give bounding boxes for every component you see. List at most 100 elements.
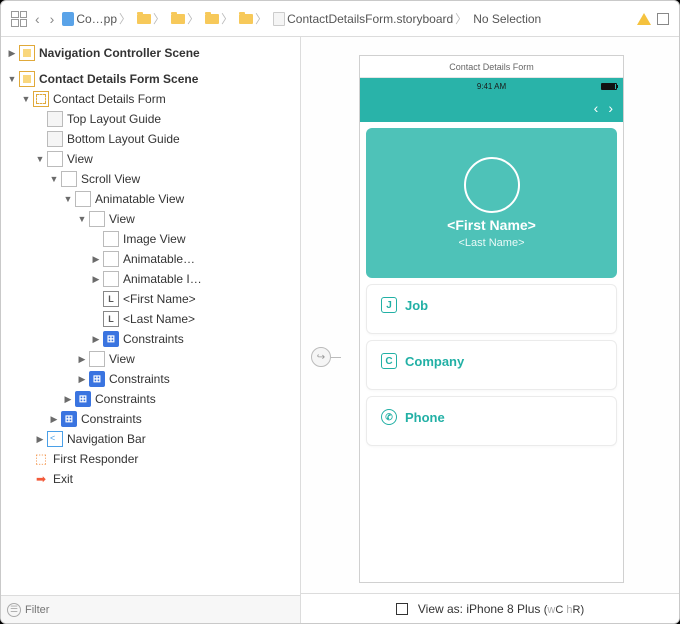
disclosure-icon[interactable]: ▶ [77, 354, 87, 365]
outline-label: <Last Name> [123, 312, 195, 326]
outline-label: Animatable… [123, 252, 195, 266]
nav-next-icon[interactable]: › [608, 100, 613, 116]
disclosure-icon[interactable]: ▶ [91, 254, 101, 265]
outline-row-nav-scene[interactable]: ▶ Navigation Controller Scene [1, 43, 300, 63]
canvas-body[interactable]: ↪ Contact Details Form 9:41 AM ‹ › [301, 37, 679, 593]
disclosure-icon[interactable]: ▼ [35, 154, 45, 164]
outline-row-firstresponder[interactable]: ⬚ First Responder [1, 449, 300, 469]
view-icon [89, 211, 105, 227]
outline-label: Image View [123, 232, 185, 246]
disclosure-icon[interactable]: ▼ [7, 74, 17, 84]
outline-filter-input[interactable] [25, 604, 294, 616]
scene-title-bar[interactable]: Contact Details Form [360, 56, 623, 78]
warning-icon[interactable] [637, 13, 651, 25]
battery-icon [601, 83, 617, 90]
card-icon: C [381, 353, 397, 369]
outline-label: First Responder [53, 452, 138, 466]
breadcrumb-folder-1[interactable]: 〉 [137, 10, 165, 27]
disclosure-icon[interactable]: ▶ [77, 374, 87, 385]
outline-row-view[interactable]: ▼View [1, 149, 300, 169]
outline-label: Navigation Controller Scene [39, 46, 200, 60]
outline-label: Bottom Layout Guide [67, 132, 180, 146]
scrollview-icon [61, 171, 77, 187]
disclosure-icon[interactable]: ▼ [77, 214, 87, 224]
outline-row-constraints-2[interactable]: ▶⊞Constraints [1, 369, 300, 389]
navbar-icon [47, 431, 63, 447]
device-config-icon[interactable] [396, 603, 408, 615]
filter-icon[interactable]: ☰ [7, 603, 21, 617]
outline-row-anim-a[interactable]: ▶ Animatable… [1, 249, 300, 269]
outline-row-botguide[interactable]: Bottom Layout Guide [1, 129, 300, 149]
scene-icon [19, 71, 35, 87]
main-split: ▶Navigation Controller Scene ▼Contact De… [1, 37, 679, 623]
disclosure-icon[interactable]: ▶ [91, 274, 101, 285]
breadcrumb-selection[interactable]: No Selection [473, 12, 541, 26]
constraints-icon: ⊞ [89, 371, 105, 387]
view-as-label: View as: iPhone 8 Plus [418, 602, 541, 616]
folder-icon [239, 14, 253, 24]
hero-firstname-label: <First Name> [447, 217, 536, 233]
ib-canvas: ↪ Contact Details Form 9:41 AM ‹ › [301, 37, 679, 623]
disclosure-icon[interactable]: ▶ [63, 394, 73, 405]
breadcrumb-folder-3[interactable]: 〉 [205, 10, 233, 27]
outline-label: Animatable View [95, 192, 184, 206]
navigation-bar: ‹ › [360, 94, 623, 122]
outline-row-scroll[interactable]: ▼Scroll View [1, 169, 300, 189]
firstresponder-icon: ⬚ [33, 451, 49, 467]
outline-row-exit[interactable]: ➡Exit [1, 469, 300, 489]
outline-label: Animatable I… [123, 272, 202, 286]
outline-row-vc[interactable]: ▼Contact Details Form [1, 89, 300, 109]
outline-row-lastname[interactable]: L <Last Name> [1, 309, 300, 329]
outline-row-navbar[interactable]: ▶Navigation Bar [1, 429, 300, 449]
constraints-icon: ⊞ [61, 411, 77, 427]
disclosure-icon[interactable]: ▼ [21, 94, 31, 104]
breadcrumb-folder-2[interactable]: 〉 [171, 10, 199, 27]
segue-icon: ↪ [311, 347, 331, 367]
detail-card: ✆ Phone [366, 396, 617, 446]
outline-row-animview[interactable]: ▼ Animatable View [1, 189, 300, 209]
disclosure-icon[interactable]: ▶ [49, 414, 59, 425]
outline-row-firstname[interactable]: L<First Name> [1, 289, 300, 309]
outline-row-constraints-3[interactable]: ▶⊞Constraints [1, 389, 300, 409]
status-time: 9:41 AM [477, 82, 506, 91]
assistant-toggle-icon[interactable] [657, 13, 669, 25]
outline-label: <First Name> [123, 292, 196, 306]
detail-card: CCompany [366, 340, 617, 390]
segue-line [331, 357, 341, 358]
outline-row-constraints-4[interactable]: ▶⊞Constraints [1, 409, 300, 429]
outline-row-innerview[interactable]: ▼ View [1, 209, 300, 229]
disclosure-icon[interactable]: ▶ [35, 434, 45, 445]
outline-row-topguide[interactable]: Top Layout Guide [1, 109, 300, 129]
outline-tree[interactable]: ▶Navigation Controller Scene ▼Contact De… [1, 37, 300, 595]
document-outline: ▶Navigation Controller Scene ▼Contact De… [1, 37, 301, 623]
outline-row-view2[interactable]: ▶ View [1, 349, 300, 369]
folder-icon [171, 14, 185, 24]
nav-prev-icon[interactable]: ‹ [594, 100, 599, 116]
disclosure-icon[interactable]: ▼ [49, 174, 59, 184]
outline-row-constraints-1[interactable]: ▶⊞Constraints [1, 329, 300, 349]
breadcrumb-project[interactable]: Co…pp 〉 [62, 10, 131, 27]
outline-row-scene[interactable]: ▼ Contact Details Form Scene [1, 69, 300, 89]
status-bar: 9:41 AM [360, 78, 623, 94]
back-button[interactable]: ‹ [33, 11, 42, 27]
outline-row-imageview[interactable]: Image View [1, 229, 300, 249]
breadcrumb-file[interactable]: ContactDetailsForm.storyboard 〉 [273, 10, 467, 27]
outline-label: View [109, 212, 135, 226]
disclosure-icon[interactable]: ▶ [7, 48, 17, 59]
segue-indicator[interactable]: ↪ [311, 345, 341, 369]
card-title: Phone [405, 410, 445, 425]
outline-label: View [109, 352, 135, 366]
scene-frame[interactable]: Contact Details Form 9:41 AM ‹ › <Firs [359, 55, 624, 583]
hero-lastname-label: <Last Name> [458, 237, 524, 249]
card-icon: ✆ [381, 409, 397, 425]
view-icon [75, 191, 91, 207]
label-icon: L [103, 311, 119, 327]
breadcrumb-folder-4[interactable]: 〉 [239, 10, 267, 27]
outline-label: Contact Details Form Scene [39, 72, 198, 86]
disclosure-icon[interactable]: ▶ [91, 334, 101, 345]
outline-row-anim-b[interactable]: ▶ Animatable I… [1, 269, 300, 289]
forward-button[interactable]: › [48, 11, 57, 27]
disclosure-icon[interactable]: ▼ [63, 194, 73, 204]
related-items-icon[interactable] [11, 11, 27, 27]
view-as-bar[interactable]: View as: iPhone 8 Plus (wC hR) [301, 593, 679, 623]
